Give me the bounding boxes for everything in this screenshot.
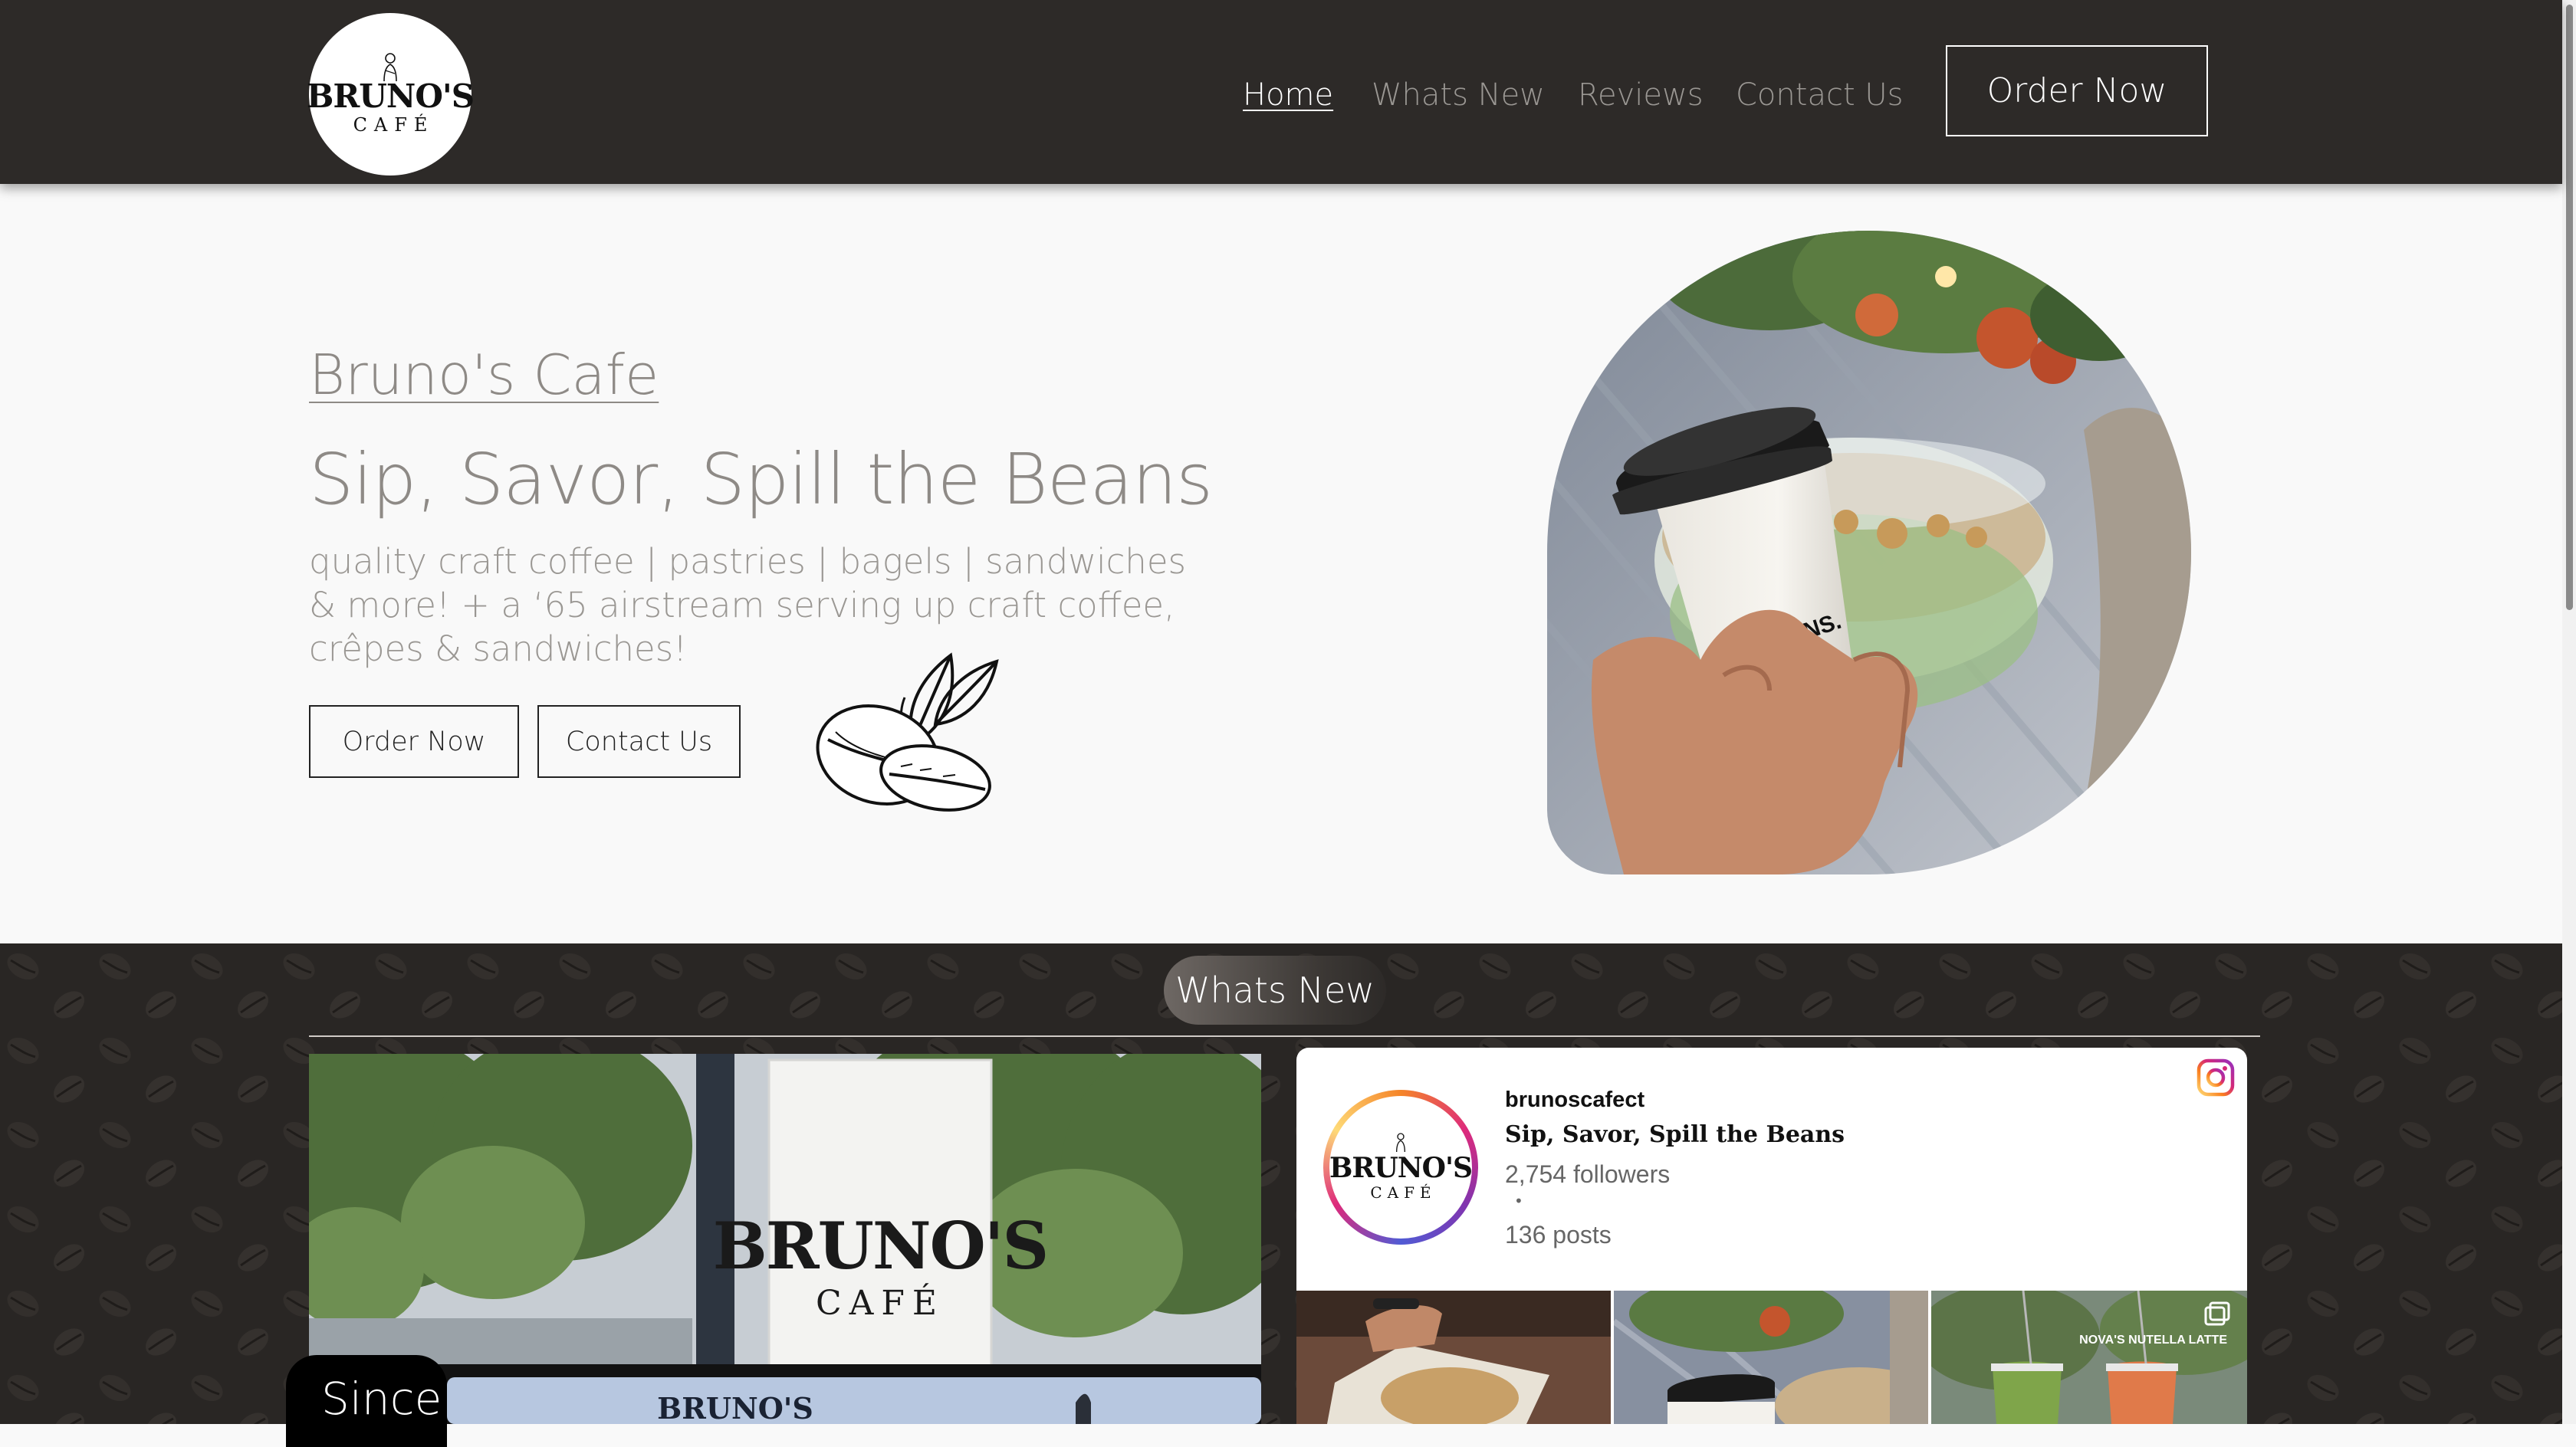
sign-name: BRUNO'S bbox=[713, 1208, 1047, 1284]
post-caption-text: NOVA'S NUTELLA LATTE bbox=[2079, 1334, 2227, 1347]
instagram-post-thumb[interactable] bbox=[1614, 1291, 1928, 1424]
trailer-text: BRUNO'S bbox=[657, 1391, 813, 1424]
nav-home[interactable]: Home bbox=[1243, 74, 1333, 116]
instagram-feed-card: BRUNO'S CAFÉ brunoscafect Sip, Savor, Sp… bbox=[1296, 1048, 2247, 1424]
avatar-logo-subtitle: CAFÉ bbox=[1370, 1183, 1437, 1202]
coffee-cup-image: SPILL THE BEANS. bbox=[1547, 231, 2191, 874]
site-header: BRUNO'S CAFÉ Home Whats New Reviews Cont… bbox=[0, 0, 2562, 184]
avatar-mascot-icon bbox=[1396, 1133, 1405, 1153]
hero-order-now-button[interactable]: Order Now bbox=[309, 705, 519, 778]
logo-name: BRUNO'S bbox=[306, 77, 475, 115]
scrollbar-thumb[interactable] bbox=[2566, 5, 2573, 610]
instagram-handle[interactable]: brunoscafect bbox=[1505, 1088, 1644, 1113]
coffee-beans-illustration-icon bbox=[816, 652, 999, 812]
nav-reviews[interactable]: Reviews bbox=[1578, 74, 1704, 116]
cafe-logo[interactable]: BRUNO'S CAFÉ bbox=[306, 13, 475, 176]
header-order-now-button[interactable]: Order Now bbox=[1946, 45, 2208, 136]
instagram-avatar[interactable]: BRUNO'S CAFÉ bbox=[1323, 1090, 1478, 1245]
instagram-followers: 2,754 followers bbox=[1505, 1160, 1671, 1188]
logo-subtitle: CAFÉ bbox=[353, 114, 435, 136]
avatar-logo-name: BRUNO'S bbox=[1329, 1152, 1473, 1184]
section-divider bbox=[309, 1035, 2260, 1037]
instagram-bio: Sip, Savor, Spill the Beans bbox=[1505, 1121, 1845, 1148]
hero-coffee-photo: SPILL THE BEANS. bbox=[1547, 231, 2191, 874]
instagram-icon[interactable] bbox=[2196, 1058, 2235, 1097]
hero-contact-us-button[interactable]: Contact Us bbox=[537, 705, 741, 778]
hero-description: quality craft coffee | pastries | bagels… bbox=[309, 541, 1186, 669]
whats-new-heading: Whats New bbox=[1164, 956, 1386, 1025]
nav-whats-new[interactable]: Whats New bbox=[1372, 74, 1545, 116]
hero-title-link[interactable]: Bruno's Cafe bbox=[309, 340, 659, 409]
cafe-sign-photo: BRUNO'S CAFÉ BRUNO'S bbox=[309, 1054, 1261, 1424]
instagram-post-thumb[interactable] bbox=[1296, 1291, 1611, 1424]
sign-subtitle: CAFÉ bbox=[816, 1282, 945, 1323]
nav-contact-us[interactable]: Contact Us bbox=[1736, 74, 1903, 116]
instagram-post-thumb[interactable]: NOVA'S NUTELLA LATTE bbox=[1931, 1291, 2247, 1424]
instagram-separator: • bbox=[1514, 1192, 1523, 1210]
hero-tagline: Sip, Savor, Spill the Beans bbox=[309, 438, 1213, 520]
since-badge: Since bbox=[286, 1355, 447, 1447]
instagram-posts-count: 136 posts bbox=[1505, 1221, 1612, 1248]
